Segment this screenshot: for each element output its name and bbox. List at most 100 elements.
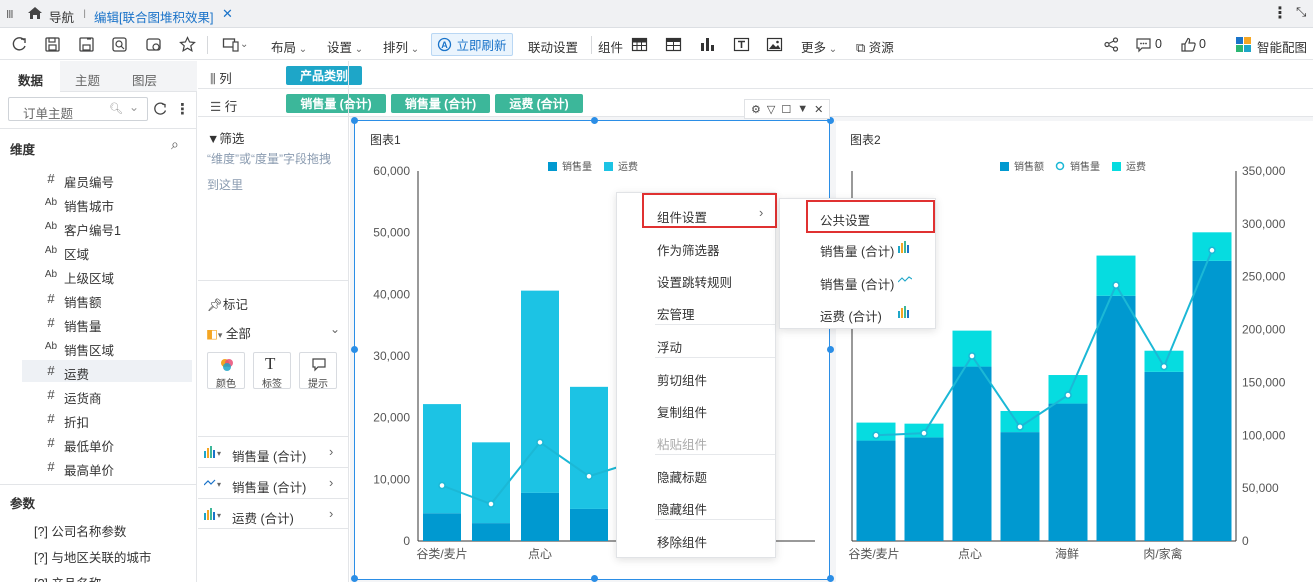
dimension-icon: Ab — [44, 197, 58, 208]
context-menu-item[interactable]: 移除组件 — [617, 523, 775, 554]
resize-handle[interactable] — [351, 117, 358, 124]
field-item[interactable]: # 运货商 — [22, 384, 192, 406]
refresh-now-button[interactable]: A 立即刷新 — [431, 33, 513, 56]
nav-label[interactable]: 导航 — [49, 7, 74, 26]
resize-handle[interactable] — [591, 117, 598, 124]
resize-handle[interactable] — [827, 346, 834, 353]
star-icon[interactable] — [179, 36, 196, 53]
param-item[interactable]: [?] 产品名称 — [34, 573, 101, 582]
field-item[interactable]: # 运费 — [22, 360, 192, 382]
field-item[interactable]: # 最低单价 — [22, 432, 192, 454]
context-menu-item[interactable]: 宏管理 — [617, 295, 775, 326]
field-search-icon[interactable]: ⌕ — [171, 136, 179, 153]
tab-layers[interactable]: 图层 — [132, 70, 157, 89]
field-item[interactable]: Ab 销售区域 — [22, 336, 192, 358]
context-menu-item[interactable]: 浮动 — [617, 328, 775, 359]
tab-data[interactable]: 数据 — [18, 70, 43, 89]
menu-separator — [655, 519, 775, 520]
preview-icon[interactable] — [111, 36, 128, 53]
bar-chart-icon[interactable] — [699, 36, 716, 53]
label-button[interactable]: T 标签 — [253, 352, 291, 390]
field-item[interactable]: # 折扣 — [22, 408, 192, 430]
field-item[interactable]: Ab 区域 — [22, 240, 192, 262]
mark-collapse-icon[interactable]: ⌄ — [330, 322, 340, 336]
tooltip-button[interactable]: 提示 — [299, 352, 337, 390]
comment-icon[interactable] — [1135, 36, 1152, 53]
field-item[interactable]: Ab 上级区域 — [22, 264, 192, 286]
subject-select[interactable]: 订单主题 🔍︎ ⌄ — [8, 97, 148, 121]
mark-all-select[interactable]: ◧▾ 全部 — [206, 323, 251, 342]
context-menu-item[interactable]: 剪切组件 — [617, 361, 775, 392]
layout-menu[interactable]: 布局 ⌄ — [271, 37, 307, 56]
series-row[interactable]: ▾ 运费 (合计) › — [198, 498, 349, 529]
context-menu-item[interactable]: 作为筛选器 — [617, 231, 775, 262]
close-icon[interactable]: ✕ — [814, 103, 823, 116]
field-item[interactable]: Ab 客户编号1 — [22, 216, 192, 238]
home-icon[interactable] — [27, 5, 43, 21]
more-menu[interactable]: 更多 ⌄ — [801, 37, 837, 56]
filter-funnel-icon[interactable]: ▽ — [767, 103, 775, 116]
row-pill[interactable]: 运费 (合计) — [495, 94, 583, 113]
resize-handle[interactable] — [351, 575, 358, 582]
subject-more-icon[interactable]: ⋮ — [175, 100, 190, 118]
share-icon[interactable] — [1103, 36, 1120, 53]
table-icon[interactable] — [631, 36, 648, 53]
resources-button[interactable]: ⧉ 资源 — [856, 37, 894, 56]
resize-handle[interactable] — [351, 346, 358, 353]
field-item[interactable]: Ab 销售城市 — [22, 192, 192, 214]
refresh-subject-icon[interactable] — [152, 101, 168, 117]
dropdown-icon[interactable]: ▼ — [797, 103, 808, 115]
filter-drop-hint[interactable]: “维度”或“度量”字段拖拽到这里 — [207, 146, 337, 198]
param-item[interactable]: [?] 公司名称参数 — [34, 521, 126, 540]
resize-handle[interactable] — [591, 575, 598, 582]
chevron-down-icon[interactable]: ⌄ — [129, 100, 139, 114]
crosstab-icon[interactable] — [665, 36, 682, 53]
device-icon[interactable] — [222, 36, 239, 53]
close-tab-icon[interactable]: ✕ — [222, 6, 233, 22]
context-menu-item-label: 浮动 — [657, 341, 683, 355]
expand-icon[interactable]: ⤡ — [1296, 4, 1306, 20]
svg-text:▾: ▾ — [217, 449, 221, 458]
settings-menu[interactable]: 设置 ⌄ — [327, 37, 363, 56]
tab-theme[interactable]: 主题 — [75, 70, 100, 89]
linkage-settings-button[interactable]: 联动设置 — [528, 37, 578, 56]
smart-chart-label[interactable]: 智能配图 — [1257, 37, 1307, 56]
save-icon[interactable] — [44, 36, 61, 53]
save-as-icon[interactable] — [78, 36, 95, 53]
context-menu-item[interactable]: 隐藏组件 — [617, 490, 775, 521]
more-vertical-icon[interactable]: ⋮ — [1272, 3, 1288, 23]
field-item[interactable]: # 销售量 — [22, 312, 192, 334]
series-row[interactable]: ▾ 销售量 (合计) › — [198, 467, 349, 498]
gear-icon[interactable]: ⚙ — [751, 103, 761, 116]
arrange-menu[interactable]: 排列 ⌄ — [383, 37, 419, 56]
line-point — [1208, 246, 1216, 255]
context-menu-item[interactable]: 设置跳转规则 — [617, 263, 775, 294]
context-menu-item[interactable]: 复制组件 — [617, 393, 775, 424]
tab-edit[interactable]: 编辑[联合图堆积效果] — [94, 7, 213, 26]
search-icon[interactable]: 🔍︎ — [109, 102, 123, 115]
row-pill[interactable]: 销售量 (合计) — [391, 94, 490, 113]
device-chevron-icon[interactable]: ⌄ — [240, 39, 248, 50]
column-shelf[interactable] — [198, 61, 1313, 89]
context-menu-item[interactable]: 隐藏标题 — [617, 458, 775, 489]
submenu-item[interactable]: 销售量 (合计) — [780, 265, 935, 297]
image-icon[interactable] — [766, 36, 783, 53]
field-item[interactable]: # 雇员编号 — [22, 168, 192, 190]
color-button[interactable]: 颜色 — [207, 352, 245, 390]
measure-icon: # — [47, 435, 55, 450]
theme-icon[interactable] — [145, 36, 162, 53]
submenu-item[interactable]: 运费 (合计) — [780, 297, 935, 329]
field-item[interactable]: # 销售额 — [22, 288, 192, 310]
maximize-icon[interactable]: ☐ — [781, 103, 791, 116]
highlight-component-settings — [642, 193, 777, 228]
field-item[interactable]: # 最高单价 — [22, 456, 192, 478]
menu-icon[interactable]: Ⅲ — [6, 8, 15, 21]
series-row[interactable]: ▾ 销售量 (合计) › — [198, 436, 349, 467]
refresh-icon[interactable] — [11, 36, 28, 53]
like-icon[interactable] — [1180, 36, 1197, 53]
resize-handle[interactable] — [827, 575, 834, 582]
smart-chart-icon[interactable] — [1235, 36, 1252, 53]
submenu-item[interactable]: 销售量 (合计) — [780, 232, 935, 264]
param-item[interactable]: [?] 与地区关联的城市 — [34, 547, 151, 566]
text-box-icon[interactable] — [733, 36, 750, 53]
